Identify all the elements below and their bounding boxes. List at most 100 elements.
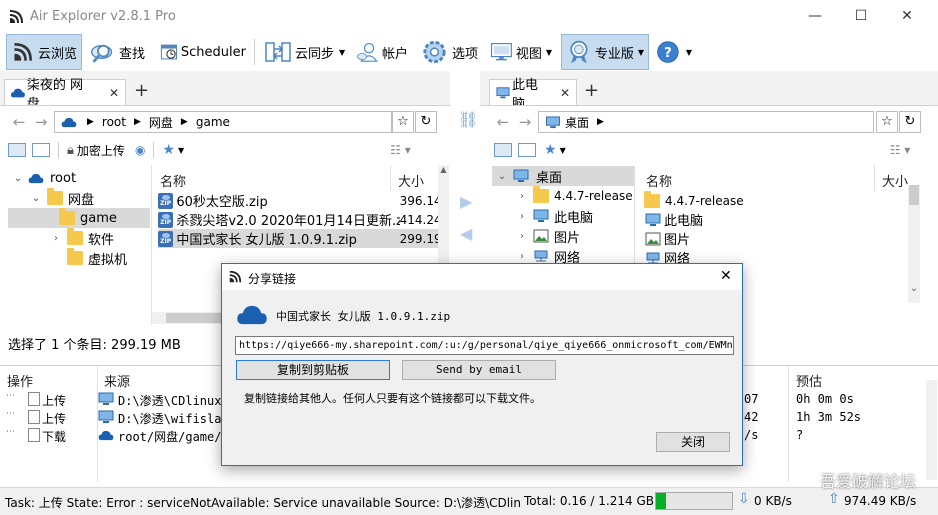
file-name: 此电脑 (664, 214, 704, 229)
favorites-star-icon[interactable]: ★ (162, 142, 175, 158)
maximize-button[interactable]: ☐ (838, 0, 884, 33)
browse-button[interactable]: 云浏览 (6, 34, 82, 70)
file-row[interactable]: 图片 (642, 229, 872, 248)
operation-source: root/网盘/game/中 (118, 430, 222, 444)
favorite-star-icon[interactable]: ☆ (392, 111, 414, 133)
column-header-size[interactable]: 大小 (882, 171, 908, 190)
main-toolbar: 云浏览 查找 Scheduler 云同步 ▼ 帐户 选项 视图 ▼ 专业版 ▼ … (0, 33, 938, 71)
column-header-size[interactable]: 大小 (398, 171, 424, 190)
pro-label: 专业版 (594, 46, 634, 62)
close-window-button[interactable]: ✕ (884, 0, 930, 33)
new-folder-icon[interactable] (32, 143, 50, 157)
file-row[interactable]: ZIP 60秒太空版.zip 396.14 M (158, 191, 438, 210)
tree-item-drive[interactable]: ⌄ 网盘 (8, 188, 150, 208)
new-tab-button[interactable]: + (134, 80, 149, 101)
dialog-close-button[interactable]: 关闭 (656, 432, 730, 452)
ops-header-operation[interactable]: 操作 (7, 371, 33, 390)
address-bar[interactable]: ▶ root ▶ 网盘 ▶ game (54, 111, 392, 133)
refresh-icon[interactable]: ↻ (899, 111, 921, 133)
tree-item-desktop[interactable]: ⌄ 桌面 (492, 166, 634, 186)
breadcrumb-game[interactable]: game (196, 115, 230, 129)
dialog-close-icon[interactable]: ✕ (720, 268, 732, 284)
tree-item-software[interactable]: › 软件 (8, 228, 150, 248)
pictures-icon (645, 232, 661, 245)
copy-to-clipboard-button[interactable]: 复制到剪贴板 (236, 360, 390, 380)
right-vertical-scrollbar[interactable]: ⌄ (908, 185, 920, 303)
ops-header-source[interactable]: 来源 (104, 371, 130, 390)
copy-right-arrow-icon[interactable]: ▶ (460, 192, 472, 211)
operation-speed: 07 (744, 392, 759, 406)
network-icon (534, 250, 548, 262)
refresh-icon[interactable]: ↻ (415, 111, 437, 133)
encrypted-upload-button[interactable]: 加密上传 (77, 142, 125, 159)
accounts-button[interactable]: 帐户 (352, 34, 412, 70)
pictures-icon (533, 229, 549, 243)
send-by-email-button[interactable]: Send by email (402, 360, 556, 380)
back-button[interactable]: ← (10, 113, 28, 131)
dialog-info-text: 复制链接给其他人。任何人只要有这个链接都可以下载文件。 (244, 392, 541, 405)
back-button[interactable]: ← (494, 113, 512, 131)
breadcrumb-arrow-icon: ▶ (87, 117, 94, 127)
tab-close-icon[interactable]: ✕ (560, 86, 570, 100)
pane-splitter[interactable] (151, 165, 152, 325)
tab-cloud-drive[interactable]: 柒夜的 网盘 ✕ (4, 78, 126, 112)
tree-item-root[interactable]: ⌄ root (8, 168, 150, 188)
new-folder-icon[interactable] (518, 143, 536, 157)
tree-view-icon[interactable] (8, 143, 26, 157)
computer-icon (98, 392, 114, 405)
columns-icon[interactable]: ☷ ▾ (390, 143, 411, 157)
favorites-star-icon[interactable]: ★ (544, 142, 557, 158)
link-panes-icon[interactable]: ⛓ (458, 110, 478, 129)
favorites-dropdown-icon[interactable]: ▼ (178, 146, 184, 155)
pro-badge-icon (570, 40, 588, 64)
file-row-selected[interactable]: ZIP 中国式家长 女儿版 1.0.9.1.zip 299.19 M (158, 229, 438, 248)
tree-item-game[interactable]: game (8, 208, 150, 228)
address-bar[interactable]: 桌面 ▶ (538, 111, 874, 133)
forward-button[interactable]: → (32, 113, 50, 131)
pro-button[interactable]: 专业版 ▼ (561, 34, 649, 70)
tree-item-pictures[interactable]: › 图片 (492, 226, 634, 246)
file-row[interactable]: 此电脑 (642, 210, 872, 229)
favorite-star-icon[interactable]: ☆ (876, 111, 898, 133)
column-header-name[interactable]: 名称 (646, 171, 672, 190)
tree-view-icon[interactable] (494, 143, 512, 157)
tree-item-vm[interactable]: 虚拟机 (8, 248, 150, 268)
share-link-field[interactable]: https://qiye666-my.sharepoint.com/:u:/g/… (235, 336, 734, 355)
forward-button[interactable]: → (516, 113, 534, 131)
tree-line-icon: ⋯ (6, 391, 15, 401)
total-transfer: Total: 0.16 / 1.214 GB (524, 494, 654, 508)
breadcrumb-desktop[interactable]: 桌面 (565, 114, 589, 131)
file-row[interactable]: ZIP 杀戮尖塔v2.0 2020年01月14日更新.zip 414.24 M (158, 210, 438, 229)
tab-this-pc[interactable]: 此电脑 ✕ (489, 78, 577, 112)
options-button[interactable]: 选项 (416, 34, 482, 70)
tree-item-this-pc[interactable]: › 此电脑 (492, 206, 634, 226)
scheduler-button[interactable]: Scheduler (156, 34, 250, 70)
sync-button[interactable]: 云同步 ▼ (260, 34, 350, 70)
tree-label: 虚拟机 (88, 252, 128, 268)
help-button[interactable]: ? ▼ (652, 34, 696, 70)
caret-down-icon: ⌄ (497, 170, 507, 182)
tab-close-icon[interactable]: ✕ (109, 86, 119, 100)
window-title: Air Explorer v2.8.1 Pro (30, 9, 176, 24)
minimize-button[interactable]: — (792, 0, 838, 33)
copy-left-arrow-icon[interactable]: ◀ (460, 224, 472, 243)
tree-item-release[interactable]: › 4.4.7-release (492, 186, 634, 206)
search-button[interactable]: 查找 (85, 34, 149, 70)
favorites-dropdown-icon[interactable]: ▼ (560, 146, 566, 155)
tree-label: 4.4.7-release (554, 189, 633, 203)
columns-icon[interactable]: ☷ ▾ (890, 143, 911, 157)
column-header-name[interactable]: 名称 (160, 171, 186, 190)
scheduler-icon (160, 44, 178, 60)
breadcrumb-root[interactable]: root (102, 115, 126, 129)
ops-scrollbar[interactable] (926, 380, 937, 480)
file-name: 图片 (664, 233, 691, 248)
breadcrumb-drive[interactable]: 网盘 (149, 114, 173, 131)
dialog-title: 分享链接 (248, 272, 297, 286)
view-button[interactable]: 视图 ▼ (486, 34, 556, 70)
file-row[interactable]: 4.4.7-release (642, 190, 872, 210)
new-tab-button[interactable]: + (584, 80, 599, 101)
ops-header-eta[interactable]: 预估 (796, 371, 822, 390)
app-logo-icon (229, 270, 242, 283)
eye-icon[interactable]: ◉ (135, 143, 145, 157)
zip-file-icon: ZIP (158, 192, 174, 209)
